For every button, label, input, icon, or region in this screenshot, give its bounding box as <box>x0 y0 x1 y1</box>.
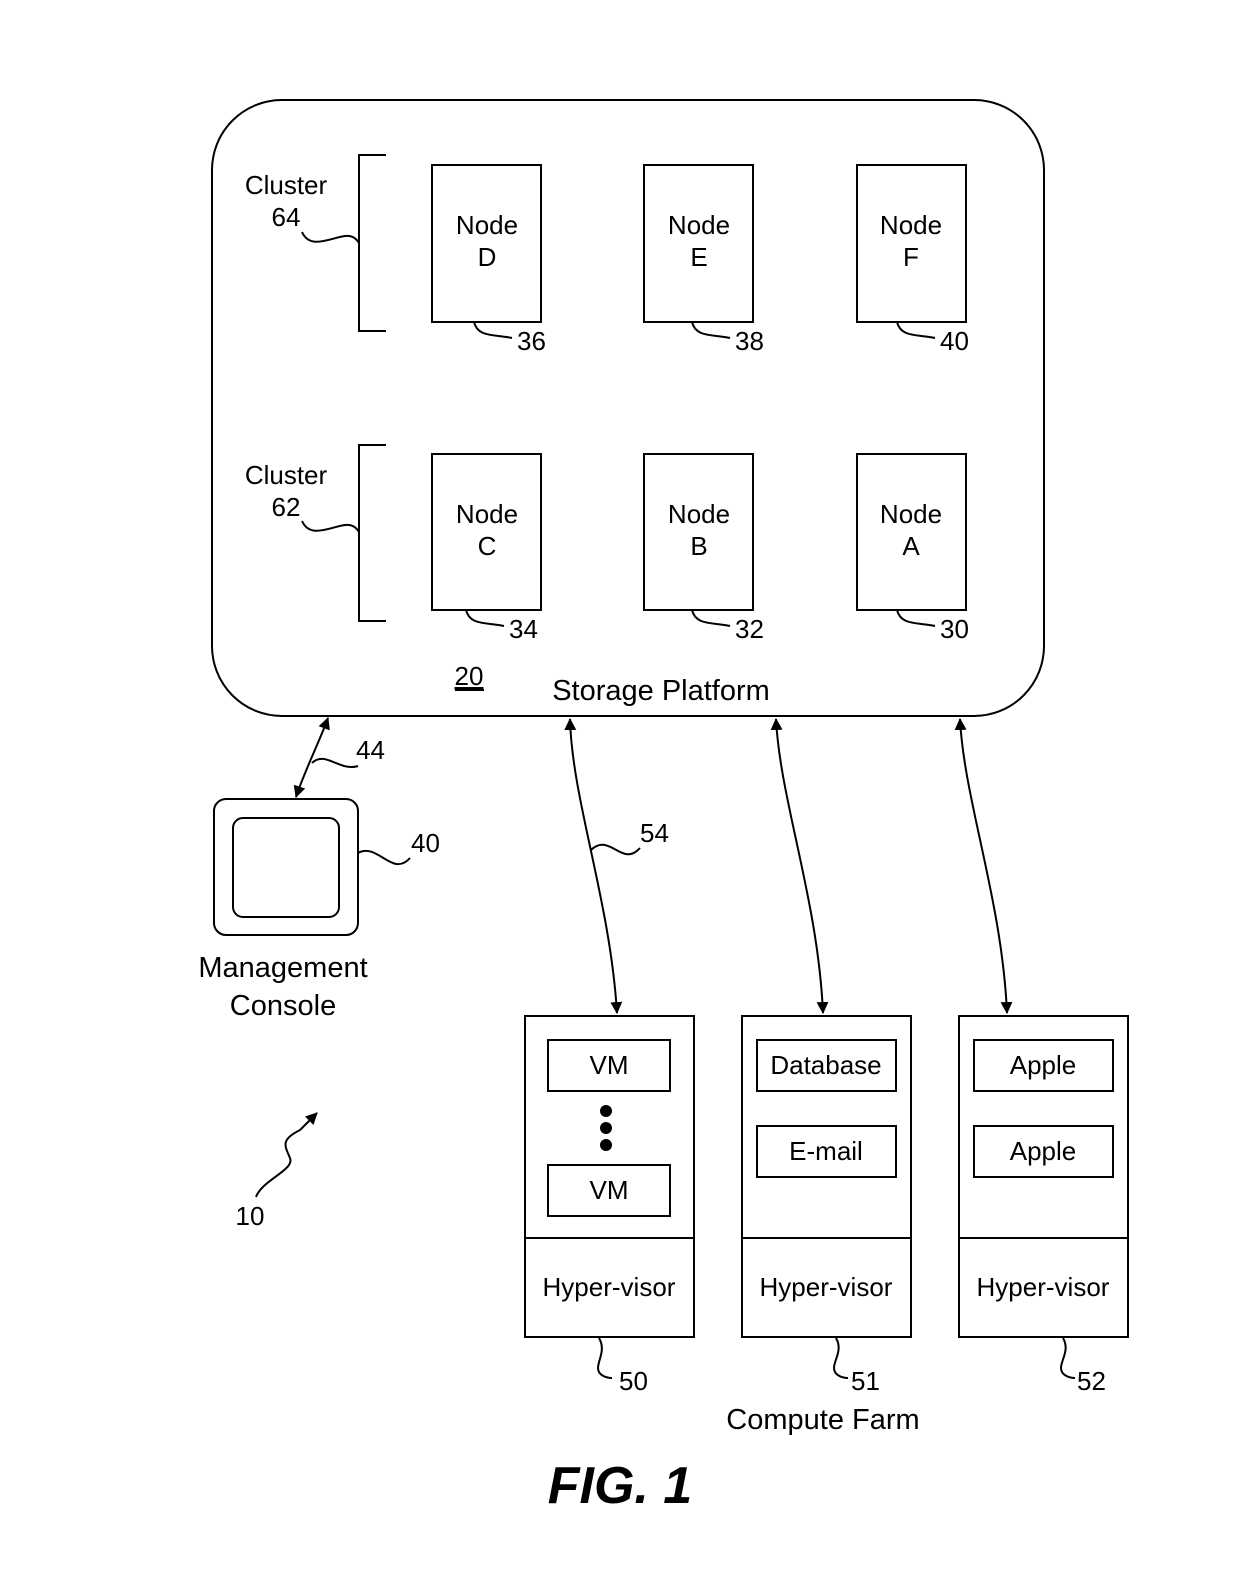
link-arrow-50 <box>564 718 623 1014</box>
system-arrow <box>255 1112 318 1198</box>
leader-line <box>311 757 359 769</box>
server-52: Apple Apple Hyper-visor 52 <box>958 1015 1129 1396</box>
leader-line <box>596 1337 613 1379</box>
system-diagram: Storage Platform 20 Cluster 64 Node D 36… <box>198 99 1129 1515</box>
system-ref: 10 <box>236 1112 318 1231</box>
ellipsis-dot <box>600 1139 612 1151</box>
management-console: 44 40 Management Console <box>198 717 440 1022</box>
node-ref: 32 <box>735 614 764 644</box>
node-ref: 30 <box>940 614 969 644</box>
ellipsis-dot <box>600 1122 612 1134</box>
leader-line <box>832 1337 849 1379</box>
console-screen <box>232 817 340 918</box>
node-ref: 34 <box>509 614 538 644</box>
node-letter: F <box>903 242 919 272</box>
node-label: Node <box>668 499 730 529</box>
link-arrow-52 <box>954 718 1013 1014</box>
link-arrow-51 <box>770 718 829 1014</box>
storage-platform-label: Storage Platform <box>552 675 770 707</box>
hypervisor-label: Hyper-visor <box>760 1272 893 1302</box>
node-letter: A <box>902 531 920 561</box>
node-ref: 36 <box>517 326 546 356</box>
console-link-arrow <box>293 717 330 798</box>
app-label: E-mail <box>789 1136 863 1166</box>
compute-farm-label: Compute Farm <box>726 1404 919 1436</box>
server-ref: 51 <box>851 1366 880 1396</box>
node-letter: B <box>690 531 707 561</box>
leader-line <box>1059 1337 1076 1379</box>
storage-compute-links: 54 <box>564 718 1013 1014</box>
system-ref-label: 10 <box>236 1201 265 1231</box>
node-letter: E <box>690 242 707 272</box>
node-label: Node <box>880 499 942 529</box>
link-ref: 54 <box>640 818 669 848</box>
node-label: Node <box>456 499 518 529</box>
console-label: Console <box>230 990 336 1022</box>
leader-line <box>357 850 411 866</box>
server-ref: 52 <box>1077 1366 1106 1396</box>
app-label: Database <box>770 1050 881 1080</box>
app-label: Apple <box>1010 1136 1077 1166</box>
storage-platform-ref: 20 <box>455 661 484 691</box>
node-label: Node <box>880 210 942 240</box>
node-letter: D <box>478 242 497 272</box>
link-ref: 44 <box>356 735 385 765</box>
cluster-ref: 64 <box>272 202 301 232</box>
server-51: Database E-mail Hyper-visor 51 <box>741 1015 912 1396</box>
node-ref: 40 <box>940 326 969 356</box>
leader-line <box>590 843 641 856</box>
node-letter: C <box>478 531 497 561</box>
node-ref: 38 <box>735 326 764 356</box>
server-ref: 50 <box>619 1366 648 1396</box>
node-label: Node <box>456 210 518 240</box>
cluster-label: Cluster <box>245 170 328 200</box>
app-label: Apple <box>1010 1050 1077 1080</box>
figure-caption: FIG. 1 <box>548 1457 692 1515</box>
server-50: VM VM Hyper-visor 50 <box>524 1015 695 1396</box>
cluster-label: Cluster <box>245 460 328 490</box>
app-label: VM <box>590 1050 629 1080</box>
cluster-ref: 62 <box>272 492 301 522</box>
console-ref: 40 <box>411 828 440 858</box>
hypervisor-label: Hyper-visor <box>977 1272 1110 1302</box>
ellipsis-dot <box>600 1105 612 1117</box>
app-label: VM <box>590 1175 629 1205</box>
console-label: Management <box>198 952 367 984</box>
node-label: Node <box>668 210 730 240</box>
hypervisor-label: Hyper-visor <box>543 1272 676 1302</box>
